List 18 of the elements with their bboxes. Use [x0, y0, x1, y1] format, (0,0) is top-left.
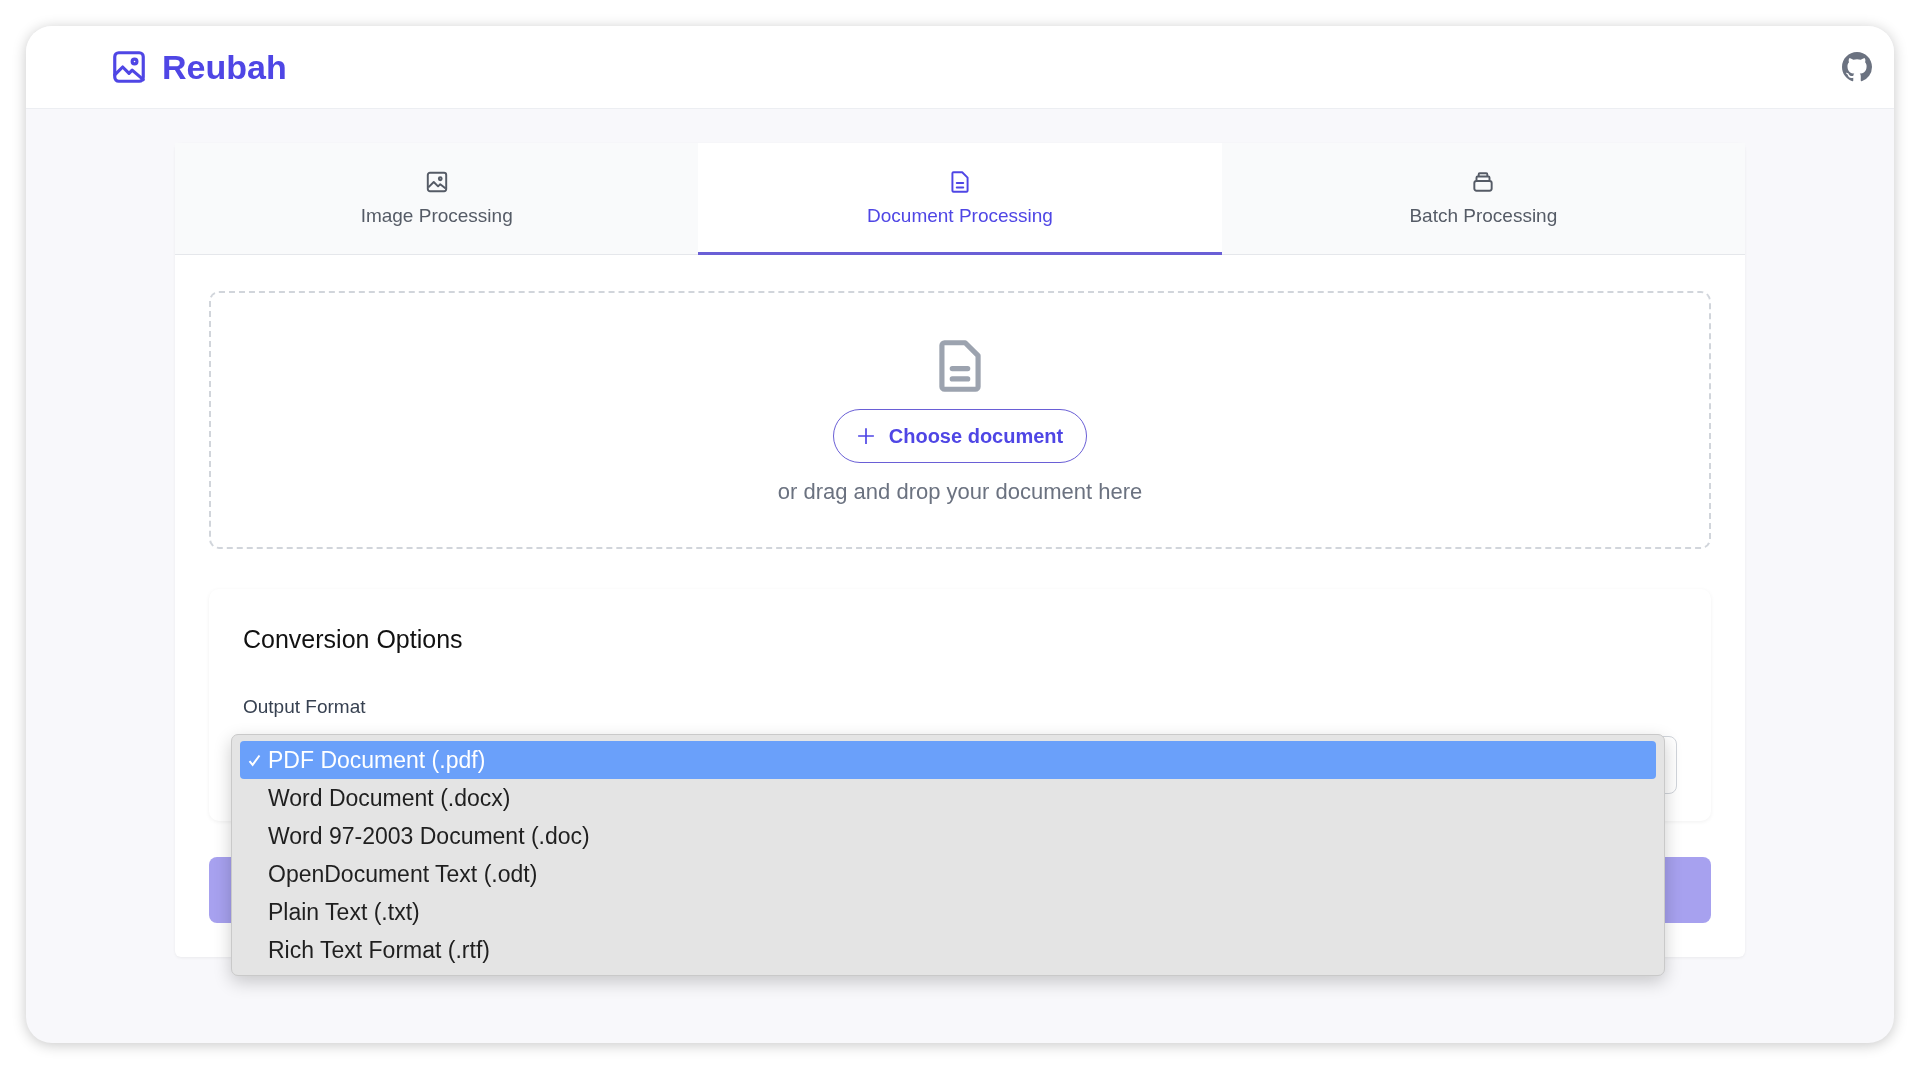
dropdown-option[interactable]: OpenDocument Text (.odt): [240, 855, 1656, 893]
dropdown-option[interactable]: Rich Text Format (.rtf): [240, 931, 1656, 969]
choose-document-button[interactable]: Choose document: [832, 409, 1088, 463]
dropdown-option[interactable]: Word 97-2003 Document (.doc): [240, 817, 1656, 855]
dropdown-option[interactable]: Plain Text (.txt): [240, 893, 1656, 931]
app-title: Reubah: [162, 47, 287, 87]
section-title: Conversion Options: [243, 625, 464, 654]
checkmark-icon: [246, 752, 262, 768]
plus-icon: [856, 427, 875, 445]
github-icon[interactable]: [1842, 52, 1872, 82]
tab[interactable]: Image Processing: [175, 143, 699, 255]
drop-hint: or drag and drop your document here: [777, 479, 1143, 505]
tab[interactable]: Batch Processing: [1221, 143, 1745, 255]
tab[interactable]: Document Processing: [698, 143, 1222, 255]
drop-zone[interactable]: Choose document or drag and drop your document here: [209, 291, 1711, 549]
dropdown-option[interactable]: Word Document (.docx): [240, 779, 1656, 817]
field-label: Output Format: [243, 696, 367, 718]
image-logo-icon: [110, 48, 148, 86]
